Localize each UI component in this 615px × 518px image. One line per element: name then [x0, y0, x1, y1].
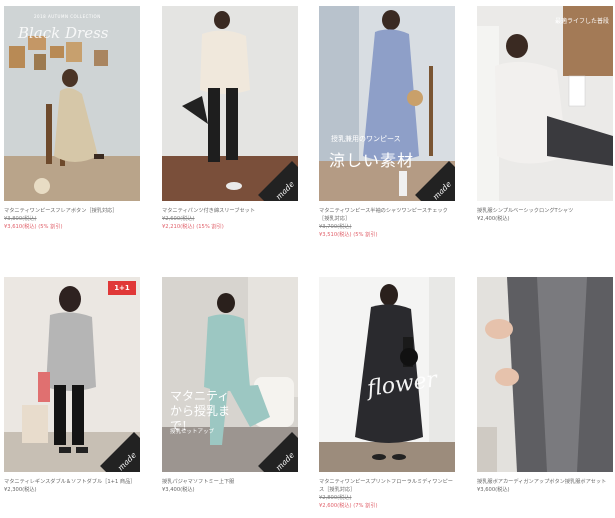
sale-price: ¥2,210(税込) (15% 割引) — [162, 224, 224, 230]
product-name[interactable]: マタニティワンピース半袖のシャツワンピースチェック［授乳対応］ — [319, 207, 455, 223]
product-image[interactable]: 授乳兼用のワンピース 涼しい素材 made — [319, 6, 455, 201]
product-name[interactable]: マタニティワンピースプリントフローラルミディワンピース［授乳対応］ — [319, 478, 455, 494]
product-image[interactable]: マタニティから授乳まで! 授乳セットアップ made — [162, 277, 298, 472]
product-photo — [162, 277, 298, 472]
product-photo — [4, 277, 140, 472]
product-image[interactable] — [477, 277, 613, 472]
product-price: ¥2,400(税込) — [477, 216, 510, 222]
product-name[interactable]: 授乳服シンプルベーシックロングTシャツ — [477, 207, 613, 215]
original-price: ¥2,600(税込) — [162, 216, 195, 222]
product-name[interactable]: マタニティパンツ付き綿スリーブセット — [162, 207, 298, 215]
sale-price: ¥2,600(税込) (7% 割引) — [319, 503, 378, 509]
product-card[interactable]: 授乳兼用のワンピース 涼しい素材 made マタニティワンピース半袖のシャツワン… — [319, 6, 455, 240]
product-image[interactable]: 最適ライフした普段 — [477, 6, 613, 201]
product-card[interactable]: 2018 AUTUMN COLLECTION Black Dress マタニティ… — [4, 6, 140, 232]
sale-price: ¥3,510(税込) (5% 割引) — [319, 232, 378, 238]
original-price: ¥3,800(税込) — [4, 216, 37, 222]
product-image[interactable]: 2018 AUTUMN COLLECTION Black Dress — [4, 6, 140, 201]
product-photo — [477, 277, 613, 472]
overlay-corner-text: 最適ライフした普段 — [554, 18, 609, 25]
product-name[interactable]: マタニティレギンスダブル＆ソフトダブル［1+1 商品］ — [4, 478, 140, 486]
bundle-badge: 1+1 — [108, 281, 136, 295]
product-card[interactable]: 最適ライフした普段 授乳服シンプルベーシックロングTシャツ ¥2,400(税込) — [477, 6, 613, 224]
product-price: ¥2,300(税込) — [4, 487, 37, 493]
overlay-title: 涼しい素材 — [329, 151, 415, 170]
product-price: ¥3,600(税込) — [477, 487, 510, 493]
product-price: ¥3,400(税込) — [162, 487, 195, 493]
product-card[interactable]: マタニティから授乳まで! 授乳セットアップ made 授乳パジャマソフトミー上下… — [162, 277, 298, 495]
product-image[interactable]: 1+1 made — [4, 277, 140, 472]
product-photo — [319, 6, 455, 201]
product-card[interactable]: made マタニティパンツ付き綿スリーブセット ¥2,600(税込) ¥2,21… — [162, 6, 298, 232]
product-image[interactable]: flower — [319, 277, 455, 472]
overlay-subtitle: 授乳兼用のワンピース — [331, 135, 401, 143]
product-name[interactable]: マタニティワンピースフレアボタン［授乳対応］ — [4, 207, 140, 215]
product-card[interactable]: 1+1 made マタニティレギンスダブル＆ソフトダブル［1+1 商品］ ¥2,… — [4, 277, 140, 495]
product-grid: 2018 AUTUMN COLLECTION Black Dress マタニティ… — [0, 0, 615, 518]
sale-price: ¥3,610(税込) (5% 割引) — [4, 224, 63, 230]
product-image[interactable]: made — [162, 6, 298, 201]
product-card[interactable]: flower マタニティワンピースプリントフローラルミディワンピース［授乳対応］… — [319, 277, 455, 511]
product-photo — [477, 6, 613, 201]
product-photo — [162, 6, 298, 201]
product-card[interactable]: 授乳服ボアカーディガンアップボタン授乳服ボアセット ¥3,600(税込) — [477, 277, 613, 495]
overlay-subtitle: 授乳セットアップ — [170, 429, 215, 435]
product-name[interactable]: 授乳パジャマソフトミー上下服 — [162, 478, 298, 486]
original-price: ¥2,800(税込) — [319, 495, 352, 501]
overlay-title: Black Dress — [18, 24, 109, 42]
collection-label: 2018 AUTUMN COLLECTION — [34, 14, 101, 19]
original-price: ¥3,700(税込) — [319, 224, 352, 230]
product-name[interactable]: 授乳服ボアカーディガンアップボタン授乳服ボアセット — [477, 478, 613, 486]
